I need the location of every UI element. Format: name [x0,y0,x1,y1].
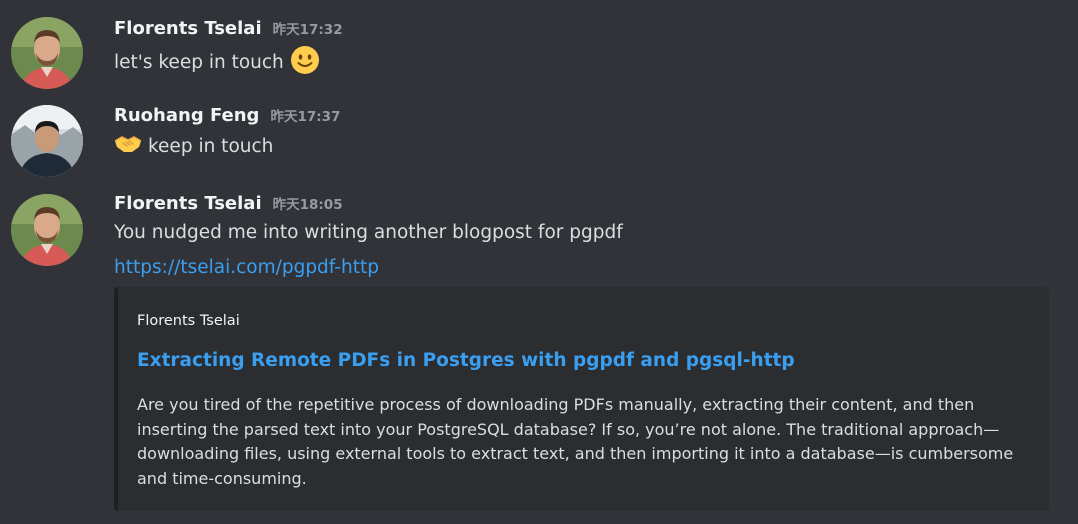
timestamp[interactable]: 昨天18:05 [273,193,343,213]
avatar-ruohang[interactable] [11,105,83,177]
message-content: You nudged me into writing another blogp… [114,222,623,243]
author-name[interactable]: Florents Tselai [114,18,262,39]
message-text: let's keep in touch [114,52,284,73]
embed-description: Are you tired of the repetitive process … [137,395,1014,488]
chat-messages: Florents Tselai 昨天17:32 let's keep in to… [0,0,1078,524]
message-header: Florents Tselai 昨天17:32 [114,18,343,39]
slightly-smiling-face-icon [290,45,320,80]
avatar-florents[interactable] [11,194,83,266]
handshake-icon [114,132,142,161]
message-content: keep in touch [114,132,273,161]
link-embed: Florents Tselai Extracting Remote PDFs i… [114,287,1049,511]
message-content: let's keep in touch [114,45,320,80]
avatar-florents[interactable] [11,17,83,89]
timestamp[interactable]: 昨天17:37 [270,105,340,125]
embed-title-link[interactable]: Extracting Remote PDFs in Postgres with … [137,350,795,371]
timestamp[interactable]: 昨天17:32 [273,18,343,38]
author-name[interactable]: Florents Tselai [114,193,262,214]
author-name[interactable]: Ruohang Feng [114,105,259,126]
message-text: keep in touch [148,136,274,157]
message-text: You nudged me into writing another blogp… [114,222,623,243]
message-header: Ruohang Feng 昨天17:37 [114,105,340,126]
message-header: Florents Tselai 昨天18:05 [114,193,343,214]
embed-author: Florents Tselai [137,313,240,329]
message-link[interactable]: https://tselai.com/pgpdf-http [114,257,379,278]
